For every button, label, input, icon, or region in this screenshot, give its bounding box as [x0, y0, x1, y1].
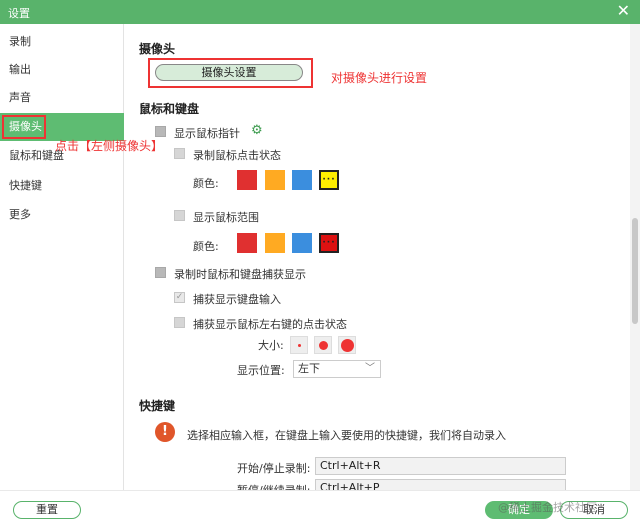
- window-title: 设置: [8, 7, 30, 20]
- sidebar-item-label: 更多: [9, 208, 31, 221]
- footer: 重置 确定 取消 @稀土掘金技术社区: [0, 490, 640, 530]
- position-select-value: 左下: [298, 362, 320, 375]
- gear-icon[interactable]: ⚙: [251, 124, 263, 137]
- range-color-orange[interactable]: [265, 233, 285, 253]
- click-color-red[interactable]: [237, 170, 257, 190]
- camera-section-title: 摄像头: [139, 42, 176, 56]
- click-color-orange[interactable]: [265, 170, 285, 190]
- size-small-dot: [298, 344, 301, 347]
- sidebar-item-hotkeys[interactable]: 快捷键: [0, 172, 124, 200]
- range-color-red[interactable]: [237, 233, 257, 253]
- position-select[interactable]: 左下 ﹀: [293, 360, 381, 378]
- hotkey-label-pause-resume: 暂停/继续录制:: [237, 482, 310, 490]
- title-bar: 设置 ✕: [0, 0, 640, 24]
- click-color-label: 颜色:: [193, 177, 219, 190]
- chevron-down-icon: ﹀: [365, 363, 375, 374]
- capture-keyboard-checkbox[interactable]: ✓: [174, 292, 185, 303]
- close-icon[interactable]: ✕: [617, 2, 630, 20]
- capture-display-checkbox[interactable]: [155, 267, 166, 278]
- mouse-keyboard-section-title: 鼠标和键盘: [139, 102, 200, 116]
- hotkey-label-start-stop: 开始/停止录制:: [237, 462, 311, 475]
- check-icon: ✓: [175, 292, 184, 302]
- position-label: 显示位置:: [237, 364, 285, 377]
- reset-button[interactable]: 重置: [13, 501, 81, 519]
- show-range-label: 显示鼠标范围: [193, 211, 259, 224]
- capture-mouse-clicks-label: 捕获显示鼠标左右键的点击状态: [193, 318, 347, 331]
- more-icon: ···: [322, 175, 336, 185]
- sidebar-item-label: 快捷键: [9, 179, 42, 192]
- annotation-highlight-box: [148, 58, 313, 88]
- sidebar-item-output[interactable]: 输出: [0, 56, 124, 84]
- sidebar-item-audio[interactable]: 声音: [0, 84, 124, 112]
- capture-keyboard-label: 捕获显示键盘输入: [193, 293, 281, 306]
- sidebar-item-label: 输出: [9, 63, 31, 76]
- show-cursor-checkbox[interactable]: [155, 126, 166, 137]
- click-color-custom[interactable]: ···: [319, 170, 339, 190]
- scrollbar-thumb[interactable]: [632, 218, 638, 324]
- size-medium-button[interactable]: [314, 336, 332, 354]
- watermark: @稀土掘金技术社区: [498, 501, 597, 514]
- show-cursor-label: 显示鼠标指针: [174, 127, 240, 140]
- show-range-checkbox[interactable]: [174, 210, 185, 221]
- size-large-dot: [341, 339, 354, 352]
- warning-icon: !: [155, 422, 175, 442]
- size-label: 大小:: [258, 339, 284, 352]
- sidebar-item-label: 声音: [9, 91, 31, 104]
- click-color-blue[interactable]: [292, 170, 312, 190]
- record-click-label: 录制鼠标点击状态: [193, 149, 281, 162]
- sidebar-item-label: 录制: [9, 35, 31, 48]
- range-color-label: 颜色:: [193, 240, 219, 253]
- hotkey-input-start-stop[interactable]: Ctrl+Alt+R: [315, 457, 566, 475]
- hotkeys-section-title: 快捷键: [139, 399, 176, 413]
- annotation-click-camera: 点击【左侧摄像头】: [55, 139, 164, 153]
- sidebar: 录制 输出 声音 摄像头 鼠标和键盘 快捷键 更多: [0, 24, 124, 490]
- hotkey-input-pause-resume[interactable]: Ctrl+Alt+P: [315, 479, 566, 490]
- size-small-button[interactable]: [290, 336, 308, 354]
- sidebar-item-more[interactable]: 更多: [0, 201, 124, 229]
- annotation-camera-settings: 对摄像头进行设置: [331, 71, 428, 85]
- size-large-button[interactable]: [338, 336, 356, 354]
- annotation-highlight-box: [2, 115, 46, 139]
- record-click-checkbox[interactable]: [174, 148, 185, 159]
- range-color-blue[interactable]: [292, 233, 312, 253]
- settings-content: 摄像头 摄像头设置 对摄像头进行设置 鼠标和键盘 显示鼠标指针 ⚙ 录制鼠标点击…: [125, 24, 630, 490]
- capture-mouse-clicks-checkbox[interactable]: [174, 317, 185, 328]
- sidebar-item-record[interactable]: 录制: [0, 28, 124, 56]
- more-icon: ···: [322, 238, 336, 248]
- scrollbar[interactable]: [630, 24, 640, 490]
- capture-display-label: 录制时鼠标和键盘捕获显示: [174, 268, 306, 281]
- hotkeys-info-text: 选择相应输入框，在键盘上输入要使用的快捷键，我们将自动录入: [187, 429, 506, 442]
- range-color-custom[interactable]: ···: [319, 233, 339, 253]
- size-medium-dot: [319, 341, 328, 350]
